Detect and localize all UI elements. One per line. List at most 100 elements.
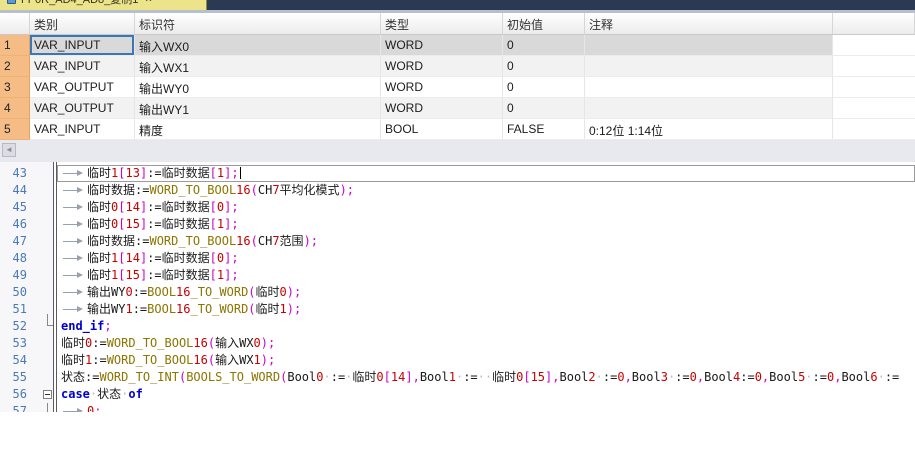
code-line[interactable]: 54 临时1:=WORD_TO_BOOL16(输入WX1);	[0, 352, 915, 369]
cell-comment[interactable]	[585, 77, 833, 98]
row-number[interactable]: 2	[0, 56, 30, 77]
header-category[interactable]: 类别	[30, 13, 135, 35]
line-number[interactable]: 47	[0, 233, 40, 250]
cell-initial[interactable]: FALSE	[503, 119, 585, 140]
code-line[interactable]: 43 临时1[13]:=临时数据[1];	[0, 165, 915, 182]
cell-identifier[interactable]: 输出WY1	[135, 98, 381, 119]
cell-identifier[interactable]: 输出WY0	[135, 77, 381, 98]
token-id: 状态	[97, 387, 121, 401]
row-number[interactable]: 3	[0, 77, 30, 98]
header-type[interactable]: 类型	[381, 13, 503, 35]
code-text[interactable]: 临时0:=WORD_TO_BOOL16(输入WX0);	[57, 335, 915, 352]
code-line[interactable]: 49 临时1[15]:=临时数据[1];	[0, 267, 915, 284]
code-text[interactable]: 0:	[57, 403, 915, 412]
code-line[interactable]: 44 临时数据:=WORD_TO_BOOL16(CH7平均化模式);	[0, 182, 915, 199]
code-text[interactable]: 临时数据:=WORD_TO_BOOL16(CH7范围);	[57, 233, 915, 250]
cell-comment[interactable]	[585, 98, 833, 119]
document-tab[interactable]: FP0R_AD4_AD8_复制1 ×	[0, 0, 207, 10]
cell-initial[interactable]: 0	[503, 77, 585, 98]
token-id: 状态	[61, 370, 85, 384]
code-line[interactable]: 52 end_if;	[0, 318, 915, 335]
st-editor[interactable]: 43 临时1[13]:=临时数据[1]; 44 临时数据:=WORD_TO_BOOL1…	[0, 162, 915, 412]
line-number[interactable]: 55	[0, 369, 40, 386]
cell-type[interactable]: WORD	[381, 35, 503, 56]
token-id: :=	[885, 370, 899, 384]
cell-category[interactable]: VAR_OUTPUT	[30, 77, 135, 98]
line-number[interactable]: 54	[0, 352, 40, 369]
tab-close-icon[interactable]: ×	[145, 0, 151, 5]
cell-type[interactable]: WORD	[381, 98, 503, 119]
token-id: 临时	[87, 217, 111, 231]
cell-initial[interactable]: 0	[503, 35, 585, 56]
header-comment[interactable]: 注释	[585, 13, 833, 35]
tab-whitespace-icon	[61, 199, 87, 216]
code-text[interactable]: 输出WY0:=BOOL16_TO_WORD(临时0);	[57, 284, 915, 301]
line-number[interactable]: 49	[0, 267, 40, 284]
cell-initial[interactable]: 0	[503, 98, 585, 119]
code-text[interactable]: 临时1[14]:=临时数据[0];	[57, 250, 915, 267]
line-number[interactable]: 57	[0, 403, 40, 412]
fold-margin	[40, 199, 57, 216]
cell-identifier[interactable]: 精度	[135, 119, 381, 140]
code-text[interactable]: 状态:=WORD_TO_INT(BOOLS_TO_WORD(Bool0·:=·临…	[57, 369, 915, 386]
code-line[interactable]: 46 临时0[15]:=临时数据[1];	[0, 216, 915, 233]
code-text[interactable]: 临时1[15]:=临时数据[1];	[57, 267, 915, 284]
row-number[interactable]: 5	[0, 119, 30, 140]
cell-category[interactable]: VAR_INPUT	[30, 119, 135, 140]
cell-comment[interactable]	[585, 35, 833, 56]
scroll-left-button[interactable]: ◄	[2, 143, 16, 157]
cell-category[interactable]: VAR_INPUT	[30, 35, 135, 56]
row-number[interactable]: 4	[0, 98, 30, 119]
line-number[interactable]: 45	[0, 199, 40, 216]
code-text[interactable]: 临时1[13]:=临时数据[1];	[57, 165, 915, 182]
token-kw: case	[61, 387, 90, 401]
token-kw: of	[128, 387, 142, 401]
code-line[interactable]: 48 临时1[14]:=临时数据[0];	[0, 250, 915, 267]
line-number[interactable]: 52	[0, 318, 40, 335]
header-initial[interactable]: 初始值	[503, 13, 585, 35]
code-text[interactable]: 临时0[15]:=临时数据[1];	[57, 216, 915, 233]
token-num: 1	[449, 370, 456, 384]
line-number[interactable]: 44	[0, 182, 40, 199]
cell-type[interactable]: BOOL	[381, 119, 503, 140]
line-number[interactable]: 50	[0, 284, 40, 301]
code-text[interactable]: end_if;	[57, 318, 915, 335]
cell-initial[interactable]: 0	[503, 56, 585, 77]
line-number[interactable]: 56	[0, 386, 40, 403]
tab-whitespace-icon	[61, 165, 87, 182]
line-number[interactable]: 48	[0, 250, 40, 267]
cell-identifier[interactable]: 输入WX1	[135, 56, 381, 77]
code-text[interactable]: case·状态·of	[57, 386, 915, 403]
code-text[interactable]: 临时1:=WORD_TO_BOOL16(输入WX1);	[57, 352, 915, 369]
code-text[interactable]: 临时数据:=WORD_TO_BOOL16(CH7平均化模式);	[57, 182, 915, 199]
code-line[interactable]: 50 输出WY0:=BOOL16_TO_WORD(临时0);	[0, 284, 915, 301]
line-number[interactable]: 51	[0, 301, 40, 318]
code-line[interactable]: 47 临时数据:=WORD_TO_BOOL16(CH7范围);	[0, 233, 915, 250]
cell-type[interactable]: WORD	[381, 56, 503, 77]
code-text[interactable]: 输出WY1:=BOOL16_TO_WORD(临时1);	[57, 301, 915, 318]
line-number[interactable]: 43	[0, 165, 40, 182]
cell-comment[interactable]	[585, 56, 833, 77]
cell-type[interactable]: WORD	[381, 77, 503, 98]
token-pun: [	[523, 370, 530, 384]
cell-category[interactable]: VAR_OUTPUT	[30, 98, 135, 119]
line-number[interactable]: 46	[0, 216, 40, 233]
row-number[interactable]: 1	[0, 35, 30, 56]
code-line[interactable]: 55状态:=WORD_TO_INT(BOOLS_TO_WORD(Bool0·:=…	[0, 369, 915, 386]
fold-collapse-icon[interactable]	[43, 390, 52, 399]
code-lines: 43 临时1[13]:=临时数据[1]; 44 临时数据:=WORD_TO_BOOL1…	[0, 165, 915, 412]
token-id: 平均化模式	[280, 183, 340, 197]
cell-extra	[833, 77, 915, 98]
cell-identifier[interactable]: 输入WX0	[135, 35, 381, 56]
code-line[interactable]: 53 临时0:=WORD_TO_BOOL16(输入WX0);	[0, 335, 915, 352]
code-line[interactable]: 57 0:	[0, 403, 915, 412]
cell-comment[interactable]: 0:12位 1:14位	[585, 119, 833, 140]
code-line[interactable]: 45 临时0[14]:=临时数据[0];	[0, 199, 915, 216]
code-text[interactable]: 临时0[14]:=临时数据[0];	[57, 199, 915, 216]
header-identifier[interactable]: 标识符	[135, 13, 381, 35]
fold-margin	[40, 386, 57, 403]
code-line[interactable]: 56 case·状态·of	[0, 386, 915, 403]
code-line[interactable]: 51 输出WY1:=BOOL16_TO_WORD(临时1);	[0, 301, 915, 318]
line-number[interactable]: 53	[0, 335, 40, 352]
cell-category[interactable]: VAR_INPUT	[30, 56, 135, 77]
